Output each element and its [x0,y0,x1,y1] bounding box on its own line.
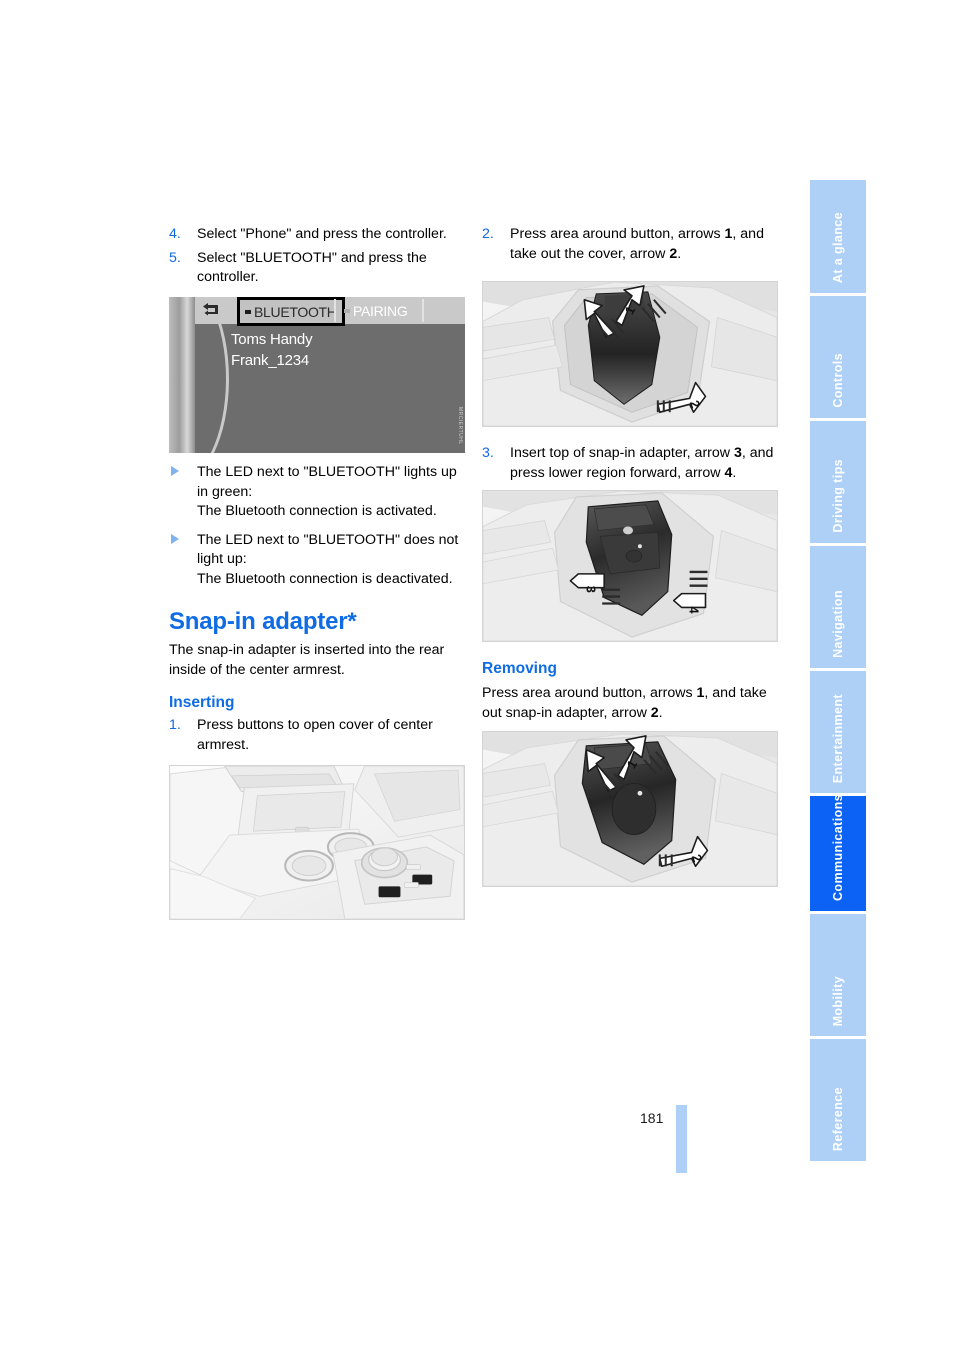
removing-line1-c: , and take [704,685,767,701]
bullet-line: in green: [197,483,253,500]
chapter-tab-strip: At a glance Controls Driving tips Naviga… [810,180,866,1164]
sidebar-item-entertainment[interactable]: Entertainment [810,671,866,793]
photo-remove-adapter: 1 2 MRCIERTUHL [482,731,778,887]
device-entry[interactable]: Toms Handy [231,329,313,350]
bullet-line: The Bluetooth connection is deactivated. [197,570,453,587]
step-3-line2-a: press lower region forward, arrow [510,464,725,481]
sidebar-item-label: Entertainment [831,693,845,783]
sidebar-item-at-a-glance[interactable]: At a glance [810,180,866,293]
photo-center-console: MRCIERTUHL [169,765,465,920]
sidebar-item-label: Driving tips [831,459,845,533]
bullet-line: light up: [197,551,247,567]
idrive-tab-bluetooth-label: BLUETOOTH [254,303,337,320]
steps-list-left: 4. Select "Phone" and press the controll… [169,225,465,288]
inserting-heading: Inserting [169,694,235,711]
page-number-bar [676,1105,687,1173]
sidebar-item-label: At a glance [831,211,845,283]
pairing-led-indicator [344,308,350,313]
inserting-steps: 1. Press buttons to open cover of center… [169,716,465,759]
step-2-line2-a: take out the cover, arrow [510,245,670,262]
page-title: Snap-in adapter* [169,608,357,635]
bullet-led-off: The LED next to "BLUETOOTH" does not lig… [169,531,465,590]
bullet-line: The LED next to "BLUETOOTH" lights up [197,464,457,480]
step-3: 3. Insert top of snap-in adapter, arrow … [482,444,778,483]
sidebar-item-label: Mobility [831,975,845,1026]
right-column: 2. Press area around button, arrows 1, a… [482,225,778,268]
sidebar-item-controls[interactable]: Controls [810,296,866,418]
svg-text:4: 4 [687,606,702,614]
step-3-line1-a: Insert top of snap-in adapter, arrow [510,445,734,461]
sidebar-item-reference[interactable]: Reference [810,1039,866,1161]
step-4-text: Select "Phone" and press the controller. [197,226,447,242]
sidebar-item-navigation[interactable]: Navigation [810,546,866,668]
sidebar-item-label: Controls [831,353,845,408]
step-1: 1. Press buttons to open cover of center… [169,716,465,755]
device-entry[interactable]: Frank_1234 [231,350,312,371]
sidebar-item-label: Reference [831,1086,845,1151]
bluetooth-led-indicator [245,309,251,314]
removing-line1-a: Press area around button, arrows [482,685,697,701]
step-5-text: Select "BLUETOOTH" and press the control… [197,249,427,286]
removing-line2-c: . [658,704,663,721]
snap-in-intro-text: The snap-in adapter is inserted into the… [169,642,445,678]
back-arrow-icon[interactable] [199,299,233,323]
idrive-tab-pairing[interactable]: PAIRING [339,298,412,323]
bluetooth-led-bullets: The LED next to "BLUETOOTH" lights up in… [169,463,465,598]
idrive-bluetooth-screen: BLUETOOTH PAIRING Toms Handy Frank_1234 … [169,297,465,453]
removing-text: Press area around button, arrows 1, and … [482,684,778,723]
bullet-line: The Bluetooth connection is activated. [197,503,437,519]
triangle-bullet-icon [171,466,179,476]
screen-tab-divider-1 [334,299,336,322]
bullet-led-green: The LED next to "BLUETOOTH" lights up in… [169,463,465,522]
svg-text:3: 3 [583,586,598,593]
removing-arrow-2: 2 [650,704,659,721]
step-2-line2-c: . [677,245,682,262]
step-3-arrow-3: 3 [733,445,742,461]
bullet-line: The LED next to "BLUETOOTH" does not [197,531,459,548]
steps-list-right: 2. Press area around button, arrows 1, a… [482,225,778,264]
removing-heading: Removing [482,660,557,677]
left-column: 4. Select "Phone" and press the controll… [169,225,465,292]
step-3-line2-c: . [732,464,737,481]
sidebar-item-mobility[interactable]: Mobility [810,914,866,1036]
triangle-bullet-icon [171,533,179,544]
removing-line2-a: out snap-in adapter, arrow [482,704,651,721]
sidebar-item-label: Communications [831,794,845,901]
idrive-tab-pairing-label: PAIRING [353,302,408,319]
step-2: 2. Press area around button, arrows 1, a… [482,225,778,264]
image-ref-code: MRCIERTUHL [457,407,463,445]
steps-list-step3: 3. Insert top of snap-in adapter, arrow … [482,444,778,487]
step-2-line1-a: Press area around button, arrows [510,226,725,242]
step-5-number: 5. [169,249,181,266]
page-number: 181 [640,1110,664,1126]
step-2-number: 2. [482,226,494,242]
step-5: 5. Select "BLUETOOTH" and press the cont… [169,249,465,288]
step-3-line1-c: , and [741,445,774,461]
screen-tab-divider-2 [422,299,424,322]
sidebar-item-communications[interactable]: Communications [810,794,866,911]
step-2-line1-c: , and [732,226,764,242]
step-2-text: Press area around button, arrows 1, and … [510,226,764,262]
sidebar-item-label: Navigation [831,590,845,658]
step-4: 4. Select "Phone" and press the controll… [169,225,465,245]
sidebar-item-driving-tips[interactable]: Driving tips [810,421,866,543]
paired-device-list: Toms Handy Frank_1234 [231,329,313,371]
photo-insert-adapter: 3 4 MRCIERTUHL [482,490,778,642]
photo-remove-cover: 1 2 MRCIERTUHL [482,281,778,427]
step-1-number: 1. [169,717,181,733]
step-3-number: 3. [482,445,494,461]
step-4-number: 4. [169,226,181,242]
idrive-tab-bluetooth[interactable]: BLUETOOTH [237,297,345,326]
step-3-text: Insert top of snap-in adapter, arrow 3, … [510,445,773,481]
step-1-text: Press buttons to open cover of center ar… [197,717,433,753]
